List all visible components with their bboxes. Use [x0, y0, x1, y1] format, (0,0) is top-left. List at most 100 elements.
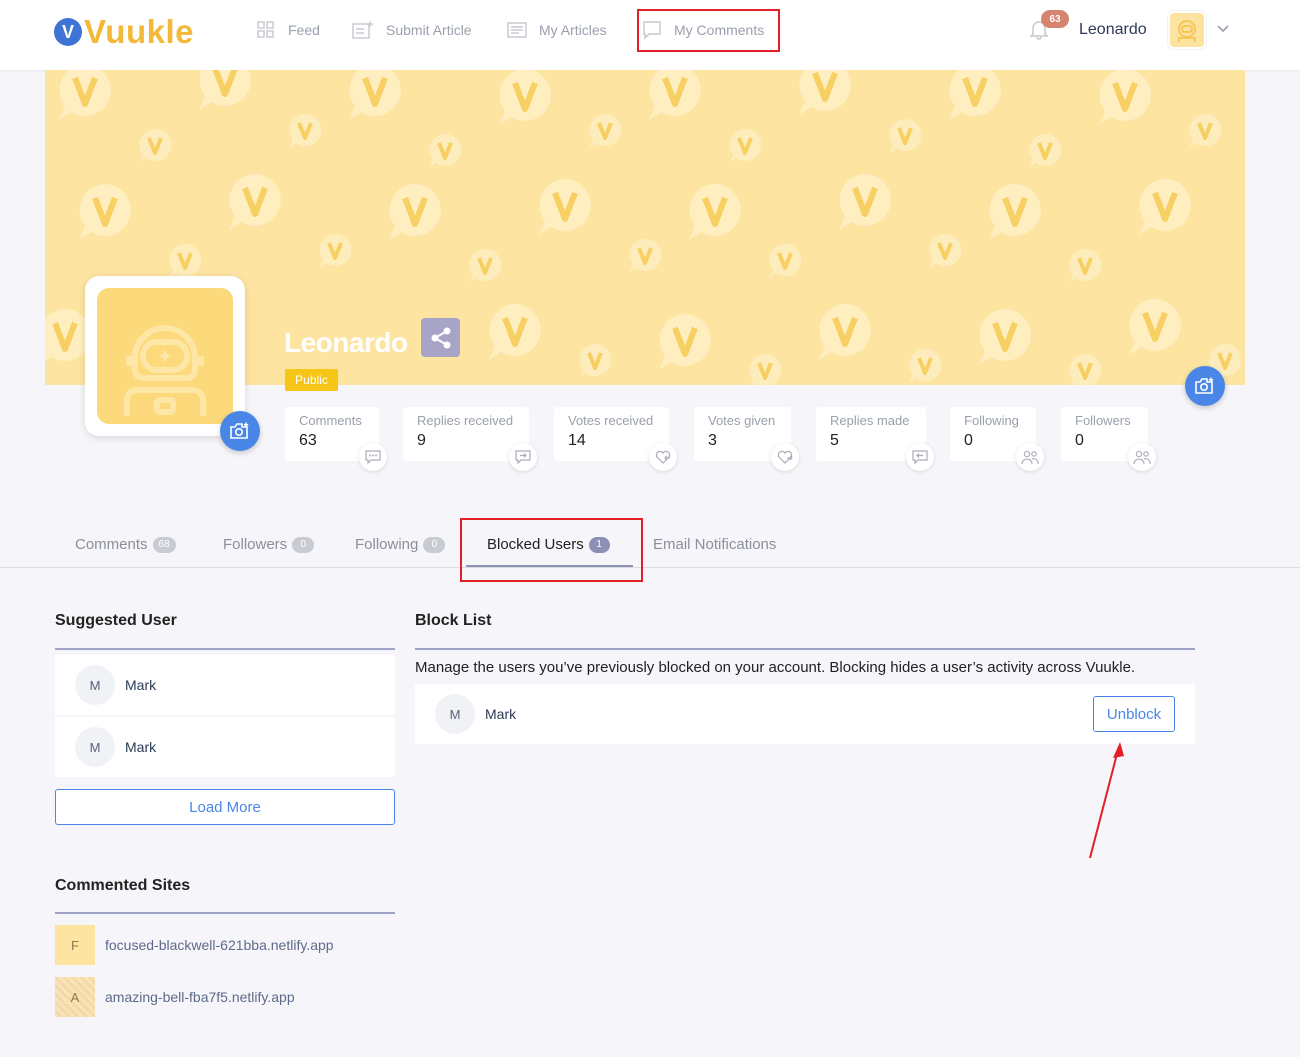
heart-out-icon — [777, 450, 793, 464]
site-avatar: F — [55, 925, 95, 965]
profile-avatar-card — [85, 276, 245, 436]
commented-site-item[interactable]: F focused-blackwell-621bba.netlify.app — [55, 925, 334, 965]
stat-value: 14 — [568, 432, 586, 449]
annotation-arrow — [1089, 742, 1124, 859]
profile-avatar — [97, 288, 233, 424]
stat-value: 0 — [1075, 432, 1084, 449]
nav-username[interactable]: Leonardo — [1079, 21, 1147, 39]
camera-add-icon — [230, 422, 249, 439]
logo-text: Vuukle — [84, 13, 194, 50]
section-divider — [415, 648, 1195, 650]
block-list-description: Manage the users you’ve previously block… — [415, 659, 1136, 676]
article-icon — [507, 22, 527, 38]
highlight-blocked-users-tab — [460, 518, 643, 582]
stat-comments: Comments 63 — [285, 407, 387, 471]
vuukle-logo[interactable]: V Vuukle — [50, 12, 194, 52]
profile-name: Leonardo — [284, 327, 408, 358]
load-more-button[interactable]: Load More — [55, 789, 395, 825]
block-list-title: Block List — [415, 612, 492, 629]
logo-badge-icon: V — [50, 18, 82, 46]
stat-label: Votes received — [568, 413, 654, 428]
user-name[interactable]: Mark — [125, 739, 156, 755]
nav-avatar[interactable] — [1168, 11, 1206, 49]
stat-icon — [649, 443, 677, 471]
blocked-user-row: M Mark — [415, 684, 1195, 744]
grid-icon — [257, 21, 274, 38]
avatar: M — [75, 665, 115, 705]
tab-count-badge: 0 — [292, 536, 315, 553]
user-menu-toggle[interactable] — [1216, 22, 1230, 41]
stat-following: Following 0 — [950, 407, 1044, 471]
change-cover-button[interactable] — [1185, 366, 1225, 406]
stat-icon — [771, 443, 799, 471]
share-icon — [431, 327, 450, 348]
avatar: M — [435, 694, 475, 734]
stat-votes-given: Votes given 3 — [694, 407, 799, 471]
nav-my-articles[interactable]: My Articles — [507, 17, 607, 43]
tab-comments[interactable]: Comments 68 — [75, 536, 176, 553]
stat-value: 3 — [708, 432, 717, 449]
stat-icon — [509, 443, 537, 471]
tabs-divider — [0, 567, 1300, 568]
site-link[interactable]: focused-blackwell-621bba.netlify.app — [105, 937, 334, 953]
site-avatar: A — [55, 977, 95, 1017]
astronaut-avatar-icon — [1178, 20, 1196, 42]
users-icon — [1133, 450, 1151, 465]
tab-email-notifications[interactable]: Email Notifications — [653, 536, 776, 553]
stat-label: Replies made — [830, 413, 910, 428]
stat-votes-received: Votes received 14 — [554, 407, 677, 471]
unblock-button[interactable]: Unblock — [1093, 696, 1175, 732]
stat-value: 5 — [830, 432, 839, 449]
avatar: M — [75, 727, 115, 767]
camera-add-icon — [1195, 377, 1214, 394]
highlight-my-comments — [637, 9, 780, 52]
section-divider — [55, 648, 395, 650]
stat-icon — [359, 443, 387, 471]
tab-followers[interactable]: Followers 0 — [223, 536, 315, 553]
tab-count-badge: 0 — [423, 536, 446, 553]
astronaut-avatar-icon — [124, 325, 206, 416]
stat-icon — [1128, 443, 1156, 471]
tab-following[interactable]: Following 0 — [355, 536, 446, 553]
stat-label: Comments — [299, 413, 362, 428]
stat-icon — [906, 443, 934, 471]
stat-icon — [1016, 443, 1044, 471]
suggested-user-row[interactable]: M Mark — [55, 655, 395, 715]
tab-count-badge: 68 — [152, 536, 176, 553]
commented-sites-title: Commented Sites — [55, 877, 191, 894]
notification-count-badge: 63 — [1041, 10, 1069, 28]
comment-dots-icon — [365, 450, 381, 465]
visibility-badge: Public — [285, 369, 338, 391]
stat-replies-received: Replies received 9 — [403, 407, 537, 471]
tab-label: Email Notifications — [653, 536, 777, 553]
stat-label: Replies received — [417, 413, 514, 428]
stat-label: Votes given — [708, 413, 776, 428]
stat-label: Followers — [1075, 413, 1131, 428]
stat-value: 9 — [417, 432, 426, 449]
tab-label: Following — [355, 536, 419, 553]
suggested-user-title: Suggested User — [55, 612, 177, 629]
user-name[interactable]: Mark — [125, 677, 156, 693]
stat-label: Following — [964, 413, 1019, 428]
tab-label: Followers — [223, 536, 288, 553]
stat-value: 0 — [964, 432, 973, 449]
change-avatar-button[interactable] — [220, 411, 260, 451]
users-icon — [1021, 450, 1039, 465]
commented-site-item[interactable]: A amazing-bell-fba7f5.netlify.app — [55, 977, 295, 1017]
nav-articles-label: My Articles — [539, 22, 607, 38]
nav-feed-label: Feed — [288, 22, 320, 38]
chevron-down-icon — [1217, 25, 1229, 33]
section-divider — [55, 912, 395, 914]
nav-feed[interactable]: Feed — [256, 17, 320, 43]
nav-submit-article[interactable]: Submit Article — [352, 17, 472, 43]
edit-doc-icon — [352, 21, 373, 39]
stat-replies-made: Replies made 5 — [816, 407, 934, 471]
user-name[interactable]: Mark — [485, 706, 516, 722]
reply-received-icon — [515, 450, 531, 465]
stat-value: 63 — [299, 432, 317, 449]
share-profile-button[interactable] — [421, 318, 460, 357]
reply-made-icon — [912, 450, 928, 465]
suggested-user-row[interactable]: M Mark — [55, 717, 395, 777]
site-link[interactable]: amazing-bell-fba7f5.netlify.app — [105, 989, 295, 1005]
stat-followers: Followers 0 — [1061, 407, 1156, 471]
